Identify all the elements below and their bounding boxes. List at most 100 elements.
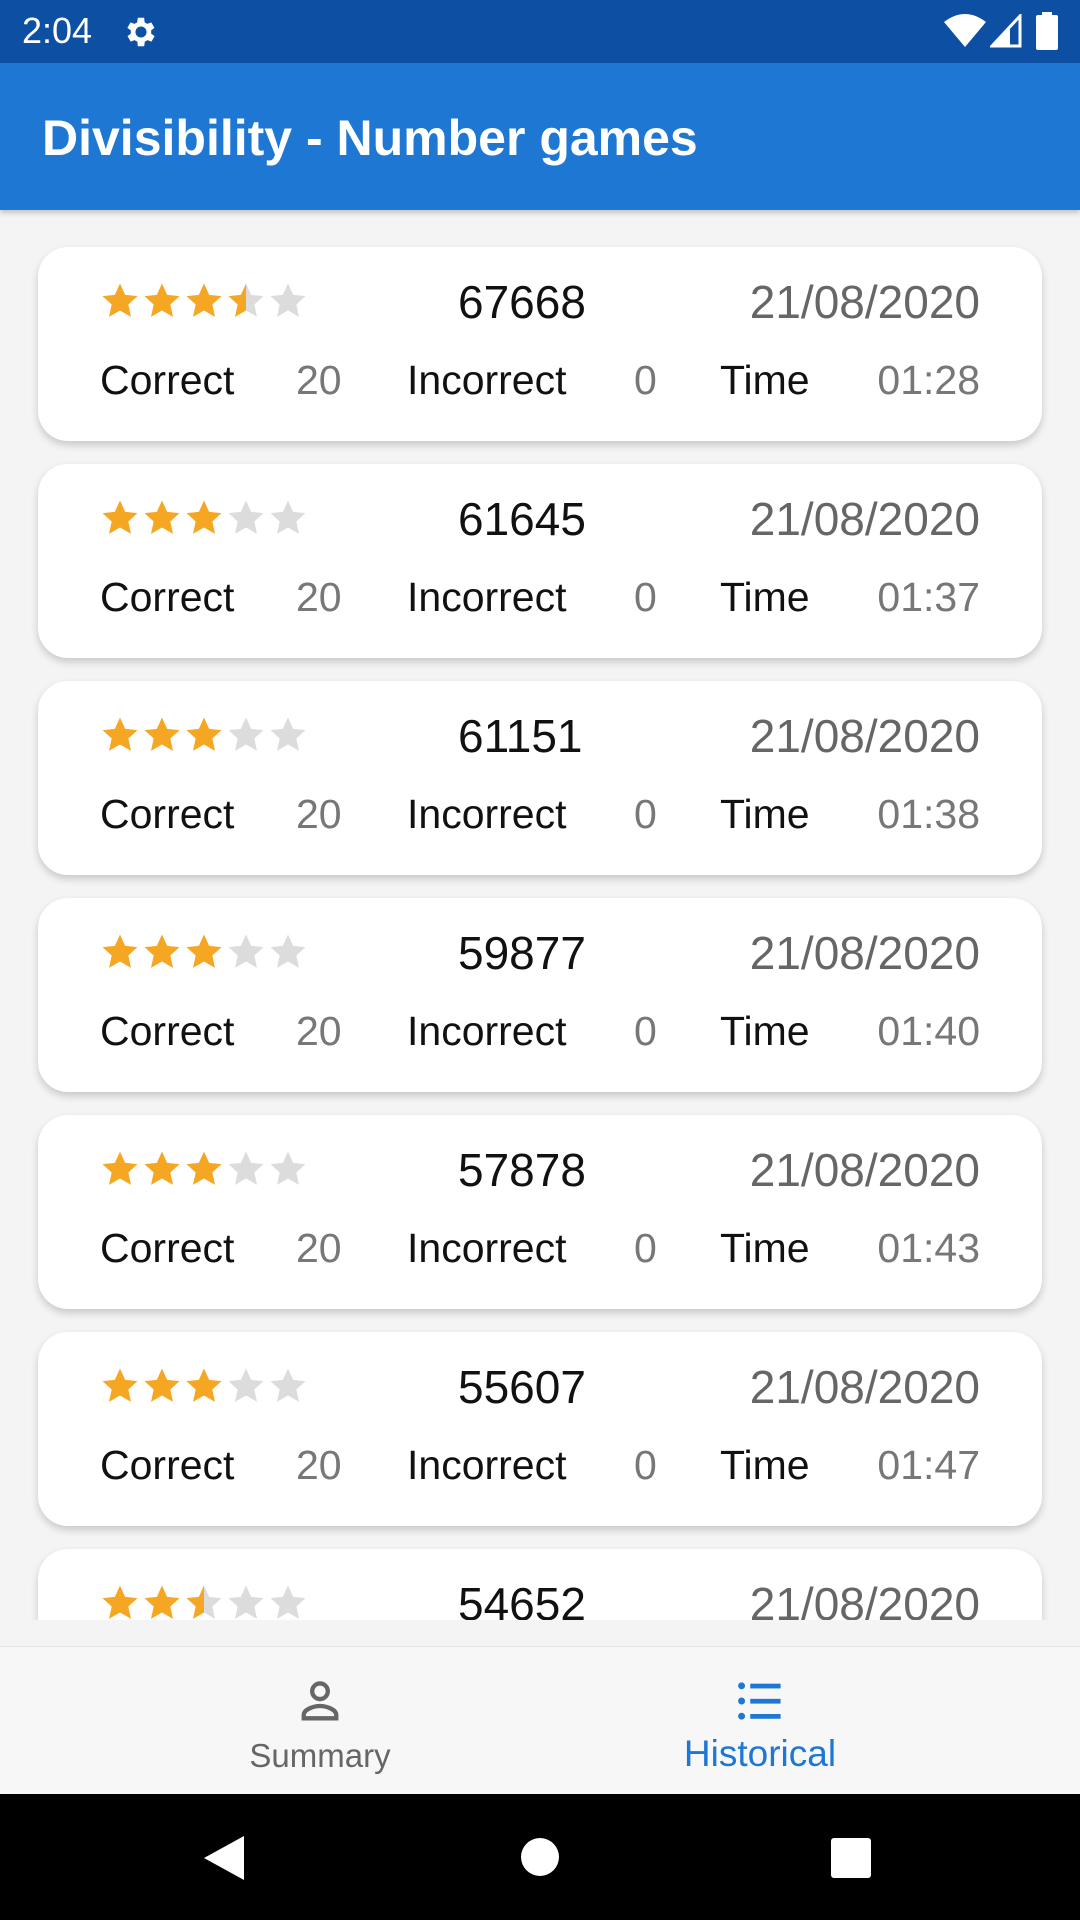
star-empty-icon: [268, 1149, 308, 1189]
star-filled-icon: [184, 1149, 224, 1189]
star-filled-icon: [184, 932, 224, 972]
star-empty-icon: [268, 1366, 308, 1406]
incorrect-value: 0: [634, 1225, 657, 1271]
star-filled-icon: [100, 1149, 140, 1189]
history-card[interactable]: 61151 21/08/2020 Correct 20 Incorrect 0 …: [38, 681, 1042, 875]
star-empty-icon: [226, 1366, 266, 1406]
game-code: 59877: [458, 927, 586, 979]
star-filled-icon: [100, 932, 140, 972]
game-code: 54652: [458, 1578, 586, 1620]
star-filled-icon: [100, 498, 140, 538]
star-rating: [100, 932, 320, 972]
history-card[interactable]: 54652 21/08/2020: [38, 1549, 1042, 1620]
time-label: Time: [720, 1225, 810, 1271]
star-empty-icon: [226, 715, 266, 755]
star-filled-icon: [142, 932, 182, 972]
game-date: 21/08/2020: [749, 927, 980, 979]
star-filled-icon: [142, 715, 182, 755]
time-label: Time: [720, 791, 810, 837]
correct-label: Correct: [100, 574, 235, 620]
system-nav-bar: [0, 1794, 1080, 1920]
cell-signal-icon: [990, 14, 1022, 48]
star-filled-icon: [142, 1366, 182, 1406]
back-triangle-icon[interactable]: [200, 1834, 246, 1882]
star-empty-icon: [268, 281, 308, 321]
game-code: 61645: [458, 493, 586, 545]
home-circle-icon[interactable]: [520, 1837, 560, 1877]
star-half-icon: [184, 1583, 224, 1620]
game-code: 67668: [458, 276, 586, 328]
correct-value: 20: [296, 1225, 342, 1271]
history-card[interactable]: 57878 21/08/2020 Correct 20 Incorrect 0 …: [38, 1115, 1042, 1309]
star-rating: [100, 281, 320, 321]
incorrect-value: 0: [634, 357, 657, 403]
game-code: 57878: [458, 1144, 586, 1196]
recent-square-icon[interactable]: [831, 1838, 871, 1878]
star-empty-icon: [226, 1149, 266, 1189]
time-label: Time: [720, 1008, 810, 1054]
game-date: 21/08/2020: [749, 1144, 980, 1196]
star-empty-icon: [268, 1583, 308, 1620]
incorrect-label: Incorrect: [407, 574, 567, 620]
incorrect-label: Incorrect: [407, 1008, 567, 1054]
settings-gear-icon: [127, 17, 155, 47]
correct-value: 20: [296, 574, 342, 620]
game-date: 21/08/2020: [749, 493, 980, 545]
nav-label-historical: Historical: [683, 1733, 837, 1774]
nav-item-historical[interactable]: Historical: [490, 1647, 1030, 1795]
time-label: Time: [720, 357, 810, 403]
star-filled-icon: [142, 1583, 182, 1620]
star-filled-icon: [142, 1149, 182, 1189]
list-icon: [738, 1682, 781, 1720]
history-card[interactable]: 59877 21/08/2020 Correct 20 Incorrect 0 …: [38, 898, 1042, 1092]
history-card[interactable]: 55607 21/08/2020 Correct 20 Incorrect 0 …: [38, 1332, 1042, 1526]
game-date: 21/08/2020: [749, 1578, 980, 1620]
star-filled-icon: [184, 281, 224, 321]
correct-label: Correct: [100, 1008, 235, 1054]
star-empty-icon: [226, 498, 266, 538]
history-card[interactable]: 67668 21/08/2020 Correct 20 Incorrect 0 …: [38, 247, 1042, 441]
time-value: 01:28: [877, 357, 980, 403]
star-rating: [100, 1583, 320, 1620]
star-rating: [100, 498, 320, 538]
star-filled-icon: [142, 281, 182, 321]
star-rating: [100, 1366, 320, 1406]
star-empty-icon: [268, 932, 308, 972]
game-date: 21/08/2020: [749, 1361, 980, 1413]
star-empty-icon: [268, 715, 308, 755]
incorrect-label: Incorrect: [407, 1225, 567, 1271]
star-rating: [100, 1149, 320, 1189]
star-filled-icon: [184, 498, 224, 538]
bottom-navigation: Summary Historical: [0, 1646, 1080, 1795]
app-bar: Divisibility - Number games: [0, 63, 1080, 210]
status-bar: 2:04: [0, 0, 1080, 63]
star-filled-icon: [100, 715, 140, 755]
star-filled-icon: [184, 715, 224, 755]
star-filled-icon: [100, 1583, 140, 1620]
star-filled-icon: [142, 498, 182, 538]
incorrect-label: Incorrect: [407, 357, 567, 403]
wifi-icon: [944, 14, 986, 47]
person-icon: [301, 1681, 339, 1721]
time-value: 01:43: [877, 1225, 980, 1271]
incorrect-value: 0: [634, 1008, 657, 1054]
incorrect-label: Incorrect: [407, 791, 567, 837]
star-filled-icon: [100, 1366, 140, 1406]
star-empty-icon: [226, 932, 266, 972]
star-filled-icon: [100, 281, 140, 321]
star-empty-icon: [226, 1583, 266, 1620]
correct-value: 20: [296, 791, 342, 837]
time-label: Time: [720, 574, 810, 620]
game-code: 61151: [458, 710, 583, 762]
history-list[interactable]: 67668 21/08/2020 Correct 20 Incorrect 0 …: [0, 210, 1080, 1620]
game-date: 21/08/2020: [749, 710, 980, 762]
correct-label: Correct: [100, 1442, 235, 1488]
incorrect-value: 0: [634, 574, 657, 620]
history-card[interactable]: 61645 21/08/2020 Correct 20 Incorrect 0 …: [38, 464, 1042, 658]
star-rating: [100, 715, 320, 755]
time-value: 01:40: [877, 1008, 980, 1054]
battery-icon: [1036, 12, 1058, 50]
status-time: 2:04: [22, 10, 93, 51]
time-value: 01:38: [877, 791, 980, 837]
incorrect-label: Incorrect: [407, 1442, 567, 1488]
